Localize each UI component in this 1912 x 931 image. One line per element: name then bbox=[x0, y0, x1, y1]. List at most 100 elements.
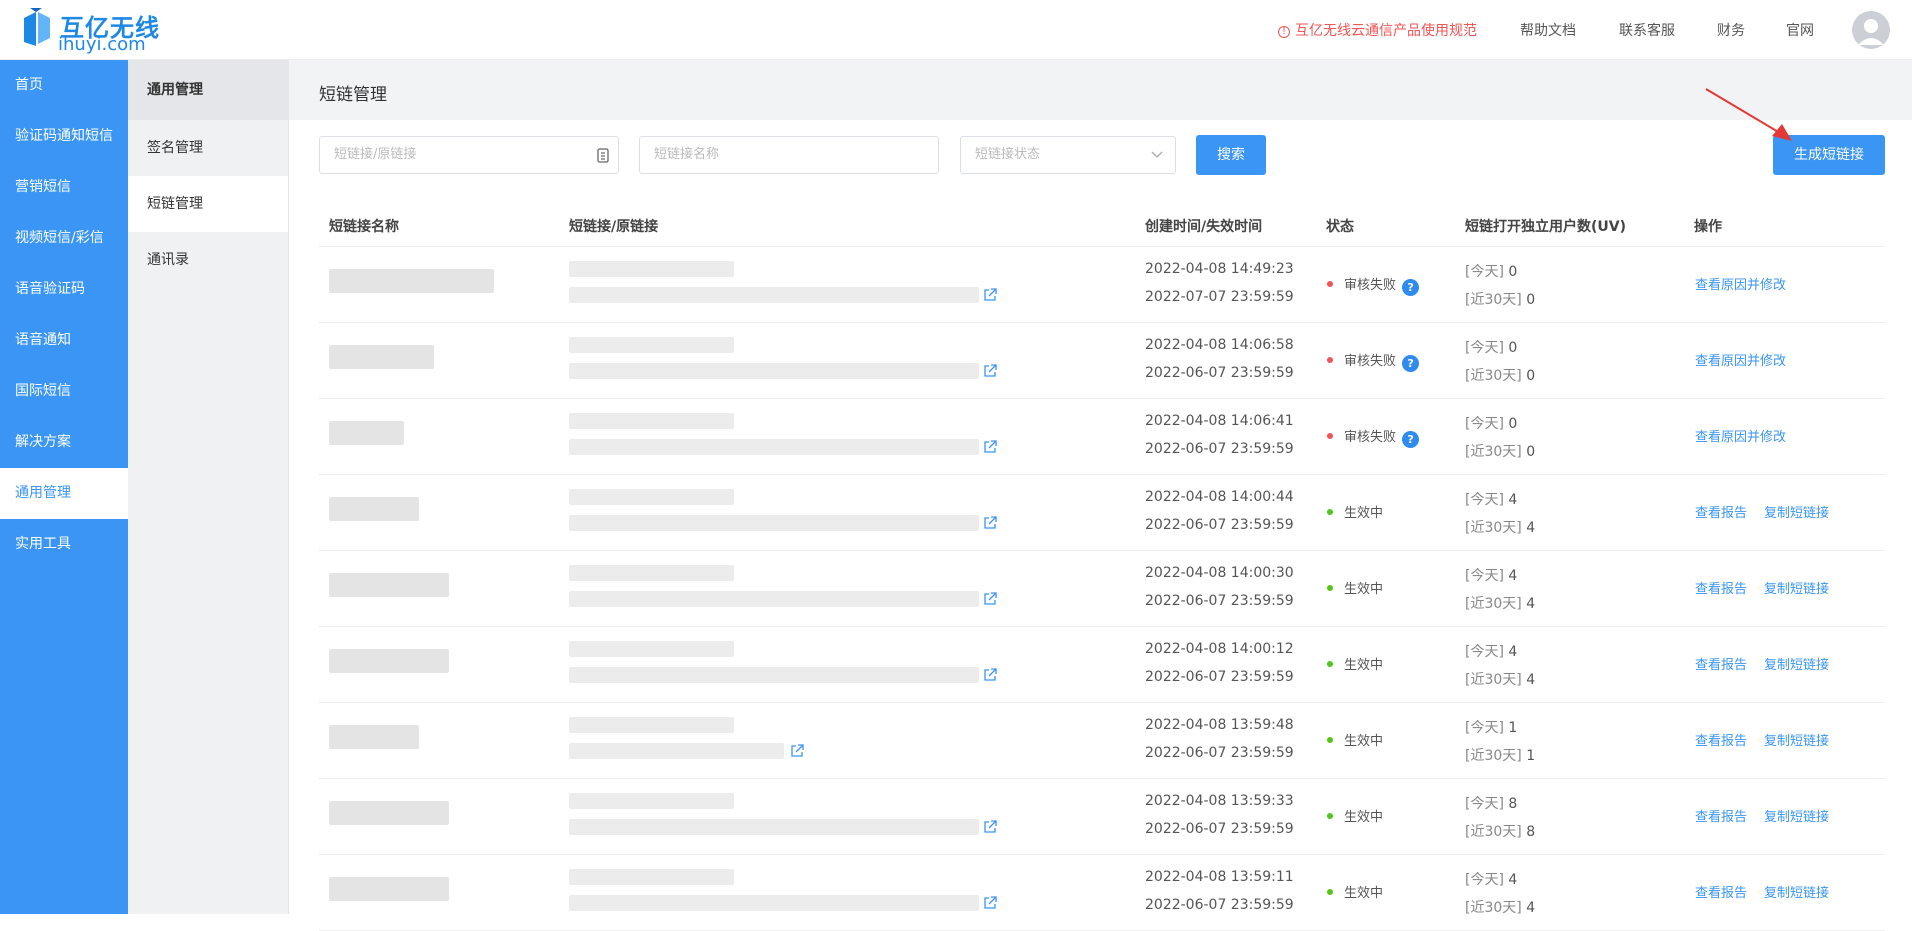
status-dot bbox=[1327, 357, 1333, 363]
usage-policy-link[interactable]: ! 互亿无线云通信产品使用规范 bbox=[1278, 20, 1477, 40]
column-header-name: 短链接名称 bbox=[329, 219, 399, 235]
table-row: 2022-04-08 14:00:30 2022-06-07 23:59:59 … bbox=[319, 551, 1885, 627]
subnav-general-management[interactable]: 通用管理 bbox=[128, 60, 288, 120]
created-time: 2022-04-08 13:59:48 bbox=[1145, 717, 1294, 733]
subnav-contacts[interactable]: 通讯录 bbox=[128, 232, 288, 288]
sidebar-item-home[interactable]: 首页 bbox=[0, 60, 128, 111]
external-link-icon[interactable] bbox=[983, 364, 997, 378]
sidebar-item-tools[interactable]: 实用工具 bbox=[0, 519, 128, 570]
table-row: 2022-04-08 14:00:12 2022-06-07 23:59:59 … bbox=[319, 627, 1885, 703]
link-name-redacted bbox=[329, 725, 419, 749]
copy-short-link-link[interactable]: 复制短链接 bbox=[1764, 882, 1829, 901]
expire-time: 2022-06-07 23:59:59 bbox=[1145, 441, 1294, 457]
sidebar-item-verification-sms[interactable]: 验证码通知短信 bbox=[0, 111, 128, 162]
search-button[interactable]: 搜索 bbox=[1196, 135, 1266, 175]
external-link-icon[interactable] bbox=[983, 820, 997, 834]
view-report-link[interactable]: 查看报告 bbox=[1695, 654, 1747, 673]
copy-short-link-link[interactable]: 复制短链接 bbox=[1764, 730, 1829, 749]
original-link-redacted bbox=[569, 667, 979, 683]
subnav-short-link-management[interactable]: 短链管理 bbox=[128, 176, 288, 232]
help-icon[interactable]: ? bbox=[1402, 431, 1420, 448]
clipboard-icon bbox=[597, 148, 609, 163]
uv-30-days: [近30天] 0 bbox=[1465, 444, 1536, 460]
uv-30-days: [近30天] 1 bbox=[1465, 748, 1536, 764]
help-icon[interactable]: ? bbox=[1402, 279, 1420, 296]
help-icon[interactable]: ? bbox=[1402, 355, 1420, 372]
status-badge: 审核失败? bbox=[1327, 274, 1420, 296]
short-link-redacted bbox=[569, 337, 734, 353]
view-report-link[interactable]: 查看报告 bbox=[1695, 882, 1747, 901]
official-site-link[interactable]: 官网 bbox=[1786, 20, 1814, 40]
brand-logo[interactable]: 互亿无线 ihuyi.com bbox=[22, 6, 162, 55]
link-name-redacted bbox=[329, 573, 449, 597]
sidebar-item-video-sms[interactable]: 视频短信/彩信 bbox=[0, 213, 128, 264]
table-row: 2022-04-08 14:06:41 2022-06-07 23:59:59 … bbox=[319, 399, 1885, 475]
view-reason-edit-link[interactable]: 查看原因并修改 bbox=[1695, 274, 1786, 293]
original-link-redacted bbox=[569, 591, 979, 607]
copy-short-link-link[interactable]: 复制短链接 bbox=[1764, 502, 1829, 521]
copy-short-link-link[interactable]: 复制短链接 bbox=[1764, 654, 1829, 673]
status-badge: 生效中 bbox=[1327, 578, 1383, 597]
status-badge: 生效中 bbox=[1327, 730, 1383, 749]
uv-30-days: [近30天] 4 bbox=[1465, 520, 1536, 536]
status-dot bbox=[1327, 813, 1333, 819]
link-name-redacted bbox=[329, 649, 449, 673]
sidebar-item-marketing-sms[interactable]: 营销短信 bbox=[0, 162, 128, 213]
short-link-redacted bbox=[569, 261, 734, 277]
uv-today: [今天] 0 bbox=[1465, 264, 1518, 280]
copy-short-link-link[interactable]: 复制短链接 bbox=[1764, 806, 1829, 825]
user-avatar[interactable] bbox=[1852, 11, 1890, 49]
customer-service-link[interactable]: 联系客服 bbox=[1619, 20, 1675, 40]
uv-30-days: [近30天] 4 bbox=[1465, 672, 1536, 688]
sidebar-item-solutions[interactable]: 解决方案 bbox=[0, 417, 128, 468]
view-report-link[interactable]: 查看报告 bbox=[1695, 806, 1747, 825]
view-report-link[interactable]: 查看报告 bbox=[1695, 730, 1747, 749]
table-row: 2022-04-08 13:59:48 2022-06-07 23:59:59 … bbox=[319, 703, 1885, 779]
sidebar-item-voice-notice[interactable]: 语音通知 bbox=[0, 315, 128, 366]
short-link-redacted bbox=[569, 565, 734, 581]
link-name-redacted bbox=[329, 345, 434, 369]
main-sidebar: 首页 验证码通知短信 营销短信 视频短信/彩信 语音验证码 语音通知 国际短信 … bbox=[0, 60, 128, 914]
sidebar-item-general-management[interactable]: 通用管理 bbox=[0, 468, 128, 519]
link-name-redacted bbox=[329, 421, 404, 445]
warning-icon: ! bbox=[1278, 26, 1290, 38]
logo-icon bbox=[24, 8, 50, 46]
help-docs-link[interactable]: 帮助文档 bbox=[1520, 20, 1576, 40]
uv-30-days: [近30天] 0 bbox=[1465, 292, 1536, 308]
view-report-link[interactable]: 查看报告 bbox=[1695, 578, 1747, 597]
expire-time: 2022-06-07 23:59:59 bbox=[1145, 669, 1294, 685]
external-link-icon[interactable] bbox=[983, 516, 997, 530]
external-link-icon[interactable] bbox=[983, 896, 997, 910]
link-name-input[interactable]: 短链接名称 bbox=[639, 136, 939, 174]
link-search-input[interactable]: 短链接/原链接 bbox=[319, 136, 619, 174]
view-report-link[interactable]: 查看报告 bbox=[1695, 502, 1747, 521]
uv-30-days: [近30天] 0 bbox=[1465, 368, 1536, 384]
short-link-redacted bbox=[569, 641, 734, 657]
external-link-icon[interactable] bbox=[983, 668, 997, 682]
original-link-redacted bbox=[569, 819, 979, 835]
external-link-icon[interactable] bbox=[983, 440, 997, 454]
sidebar-item-international-sms[interactable]: 国际短信 bbox=[0, 366, 128, 417]
external-link-icon[interactable] bbox=[983, 288, 997, 302]
expire-time: 2022-06-07 23:59:59 bbox=[1145, 745, 1294, 761]
subnav-signature-management[interactable]: 签名管理 bbox=[128, 120, 288, 176]
view-reason-edit-link[interactable]: 查看原因并修改 bbox=[1695, 350, 1786, 369]
sidebar-item-voice-code[interactable]: 语音验证码 bbox=[0, 264, 128, 315]
copy-short-link-link[interactable]: 复制短链接 bbox=[1764, 578, 1829, 597]
status-dot bbox=[1327, 281, 1333, 287]
finance-link[interactable]: 财务 bbox=[1717, 20, 1745, 40]
external-link-icon[interactable] bbox=[790, 744, 804, 758]
uv-today: [今天] 4 bbox=[1465, 644, 1518, 660]
expire-time: 2022-06-07 23:59:59 bbox=[1145, 897, 1294, 913]
link-status-select[interactable]: 短链接状态 bbox=[960, 136, 1176, 174]
status-badge: 审核失败? bbox=[1327, 350, 1420, 372]
view-reason-edit-link[interactable]: 查看原因并修改 bbox=[1695, 426, 1786, 445]
original-link-redacted bbox=[569, 743, 784, 759]
external-link-icon[interactable] bbox=[983, 592, 997, 606]
uv-today: [今天] 0 bbox=[1465, 416, 1518, 432]
table-row: 2022-04-08 13:59:11 2022-06-07 23:59:59 … bbox=[319, 855, 1885, 931]
short-link-redacted bbox=[569, 413, 734, 429]
page-title-bar: 短链管理 bbox=[289, 60, 1912, 120]
uv-today: [今天] 8 bbox=[1465, 796, 1518, 812]
link-name-redacted bbox=[329, 801, 449, 825]
